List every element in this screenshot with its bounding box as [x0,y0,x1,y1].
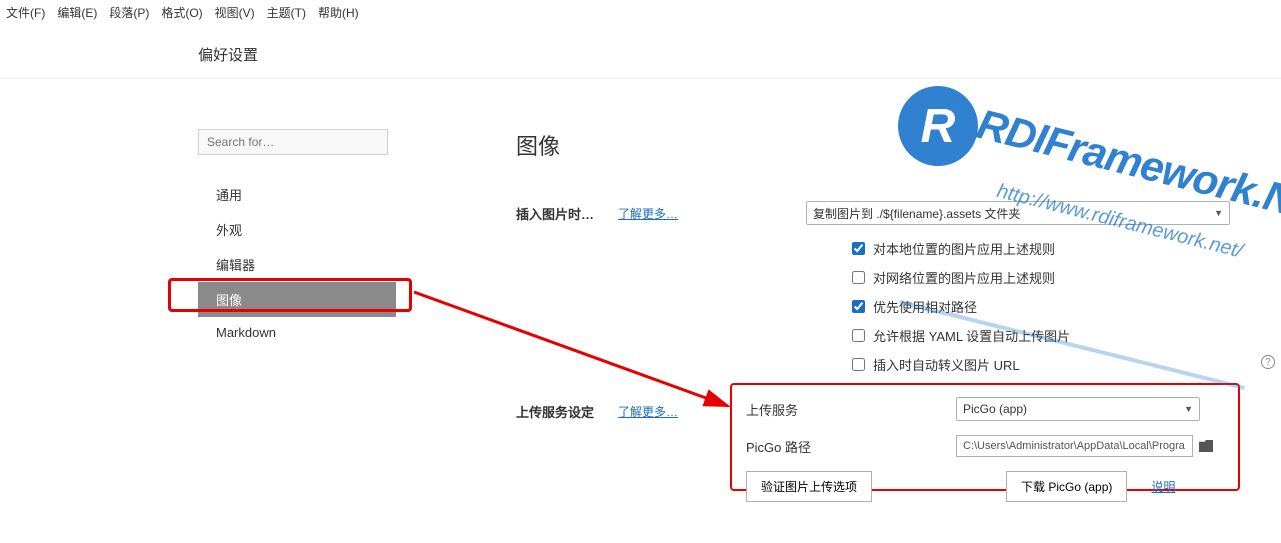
chevron-down-icon: ▼ [1184,404,1193,414]
validate-upload-button[interactable]: 验证图片上传选项 [746,471,872,502]
learn-more-insert[interactable]: 了解更多… [618,205,678,222]
menu-edit[interactable]: 编辑(E) [57,4,97,21]
upload-service-select[interactable]: PicGo (app) ▼ [956,397,1200,421]
sidebar-item-appearance[interactable]: 外观 [198,212,396,247]
sidebar-item-general[interactable]: 通用 [198,177,396,212]
menu-help[interactable]: 帮助(H) [318,4,359,21]
upload-service-label: 上传服务 [746,400,956,419]
picgo-path-input[interactable] [956,435,1193,457]
checkbox-yaml-upload[interactable]: 允许根据 YAML 设置自动上传图片 [852,326,1281,345]
checkbox-network-rule[interactable]: 对网络位置的图片应用上述规则 [852,268,1281,287]
sidebar-item-editor[interactable]: 编辑器 [198,247,396,282]
menu-view[interactable]: 视图(V) [215,4,255,21]
upload-settings-box: 上传服务 PicGo (app) ▼ PicGo 路径 验证图片上传选项 下载 … [730,383,1240,491]
checkbox-escape-url[interactable]: 插入时自动转义图片 URL [852,355,1281,374]
checkbox-yaml-upload-input[interactable] [852,329,865,342]
learn-more-upload[interactable]: 了解更多… [618,403,678,420]
upload-service-value: PicGo (app) [963,402,1027,416]
page-title: 偏好设置 [0,26,1281,79]
menu-file[interactable]: 文件(F) [6,4,45,21]
sidebar-item-markdown[interactable]: Markdown [198,317,396,348]
search-input[interactable] [198,129,388,155]
download-picgo-button[interactable]: 下载 PicGo (app) [1006,471,1127,502]
insert-action-select[interactable]: 复制图片到 ./${filename}.assets 文件夹 ▼ [806,201,1230,225]
chevron-down-icon: ▼ [1214,208,1223,218]
checkbox-yaml-upload-label: 允许根据 YAML 设置自动上传图片 [873,326,1070,345]
checkbox-local-rule[interactable]: 对本地位置的图片应用上述规则 [852,239,1281,258]
folder-icon[interactable] [1199,440,1213,452]
insert-action-value: 复制图片到 ./${filename}.assets 文件夹 [813,205,1020,222]
picgo-path-label: PicGo 路径 [746,437,956,456]
menu-bar: 文件(F) 编辑(E) 段落(P) 格式(O) 视图(V) 主题(T) 帮助(H… [0,0,1281,26]
checkbox-network-rule-input[interactable] [852,271,865,284]
checkbox-relative-path[interactable]: 优先使用相对路径 [852,297,1281,316]
watermark-logo: R [898,86,978,166]
sidebar-item-image[interactable]: 图像 [198,282,396,317]
checkbox-local-rule-label: 对本地位置的图片应用上述规则 [873,239,1055,258]
upload-service-heading: 上传服务设定 [516,402,616,421]
checkbox-escape-url-label: 插入时自动转义图片 URL [873,355,1020,374]
sidebar: 通用 外观 编辑器 图像 Markdown [198,129,396,435]
help-link[interactable]: 说明 [1151,478,1175,495]
checkbox-relative-path-input[interactable] [852,300,865,313]
help-icon[interactable]: ? [1261,355,1275,369]
checkbox-network-rule-label: 对网络位置的图片应用上述规则 [873,268,1055,287]
checkbox-escape-url-input[interactable] [852,358,865,371]
menu-paragraph[interactable]: 段落(P) [109,4,149,21]
checkbox-local-rule-input[interactable] [852,242,865,255]
menu-format[interactable]: 格式(O) [161,4,202,21]
checkbox-relative-path-label: 优先使用相对路径 [873,297,977,316]
menu-theme[interactable]: 主题(T) [267,4,306,21]
insert-image-label: 插入图片时… [516,204,616,223]
